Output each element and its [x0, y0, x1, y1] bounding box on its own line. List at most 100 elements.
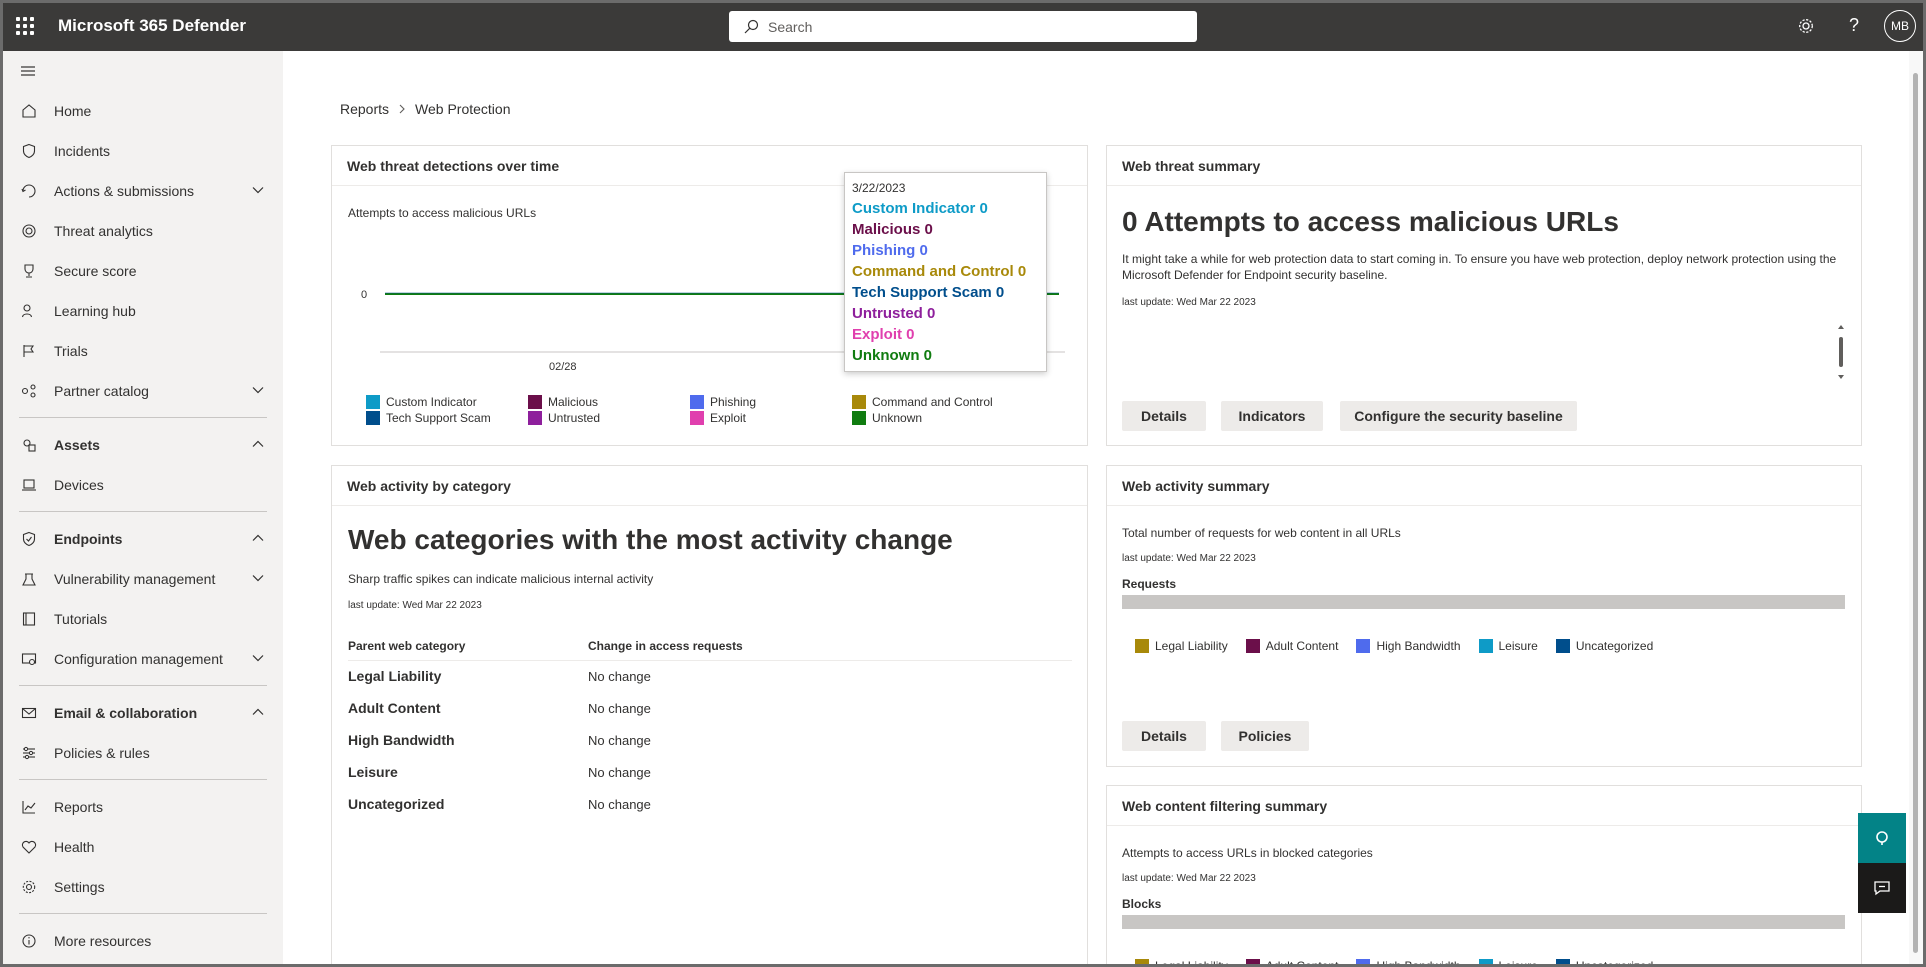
- legend-item[interactable]: Adult Content: [1245, 958, 1338, 967]
- column-header[interactable]: Change in access requests: [588, 632, 1072, 661]
- sidebar-item-incidents[interactable]: Incidents: [3, 131, 283, 171]
- sidebar-item-tutorials[interactable]: Tutorials: [3, 599, 283, 639]
- collapse-nav-icon[interactable]: [3, 51, 283, 91]
- table-row[interactable]: Leisure No change: [348, 756, 1072, 788]
- chevron-down-icon: [252, 387, 264, 394]
- sidebar-item-more-resources[interactable]: More resources: [3, 921, 283, 961]
- tooltip-row: Tech Support Scam 0: [852, 284, 1005, 301]
- legend-item[interactable]: Uncategorized: [1555, 638, 1653, 654]
- requests-bar[interactable]: [1122, 595, 1845, 609]
- legend-item[interactable]: Legal Liability: [1135, 958, 1228, 967]
- sidebar-item-secure-score[interactable]: Secure score: [3, 251, 283, 291]
- shield-icon: [19, 141, 39, 161]
- legend-swatch: [1478, 959, 1493, 967]
- legend-item[interactable]: Phishing: [690, 394, 852, 410]
- last-update: last update: Wed Mar 22 2023: [1122, 553, 1256, 564]
- column-header[interactable]: Parent web category: [348, 632, 588, 661]
- legend-item[interactable]: Unknown: [852, 410, 1014, 426]
- table-row[interactable]: Adult Content No change: [348, 692, 1072, 724]
- feedback-icon: [1874, 881, 1890, 896]
- threat-description: It might take a while for web protection…: [1122, 252, 1837, 282]
- inner-scrollbar[interactable]: [1836, 322, 1846, 382]
- category-change: No change: [588, 700, 651, 716]
- help-chat-button[interactable]: [1858, 813, 1906, 863]
- search-box[interactable]: Search: [729, 11, 1197, 42]
- table-row[interactable]: Legal Liability No change: [348, 660, 1072, 692]
- legend-item[interactable]: Custom Indicator: [366, 394, 528, 410]
- sidebar-item-label: Endpoints: [54, 531, 123, 547]
- sidebar-section-endpoints[interactable]: Endpoints: [3, 519, 283, 559]
- legend-item[interactable]: Untrusted: [528, 410, 690, 426]
- table-row[interactable]: Uncategorized No change: [348, 788, 1072, 820]
- scrollbar-thumb[interactable]: [1913, 73, 1918, 953]
- tooltip-row: Custom Indicator 0: [852, 200, 988, 217]
- legend-item[interactable]: Exploit: [690, 410, 852, 426]
- card-title: Web activity by category: [332, 466, 1087, 506]
- sidebar-item-trials[interactable]: Trials: [3, 331, 283, 371]
- legend-item[interactable]: High Bandwidth: [1356, 958, 1461, 967]
- legend-item[interactable]: Legal Liability: [1135, 638, 1228, 654]
- category-table: Parent web category Change in access req…: [348, 632, 1072, 820]
- learning-icon: [19, 301, 39, 321]
- sidebar-item-home[interactable]: Home: [3, 91, 283, 131]
- sidebar-item-actions-submissions[interactable]: Actions & submissions: [3, 171, 283, 211]
- breadcrumb-current: Web Protection: [415, 101, 511, 117]
- sidebar-item-learning-hub[interactable]: Learning hub: [3, 291, 283, 331]
- settings-gear-icon[interactable]: [1782, 0, 1830, 51]
- sidebar-item-settings[interactable]: Settings: [3, 867, 283, 907]
- legend-item[interactable]: Adult Content: [1245, 638, 1338, 654]
- legend-swatch: [366, 395, 380, 409]
- legend-item[interactable]: High Bandwidth: [1356, 638, 1461, 654]
- legend-swatch: [366, 411, 380, 425]
- trophy-icon: [19, 261, 39, 281]
- legend-swatch: [1478, 639, 1493, 653]
- indicators-button[interactable]: Indicators: [1221, 401, 1323, 431]
- sidebar-item-label: Trials: [54, 343, 88, 359]
- details-button[interactable]: Details: [1122, 401, 1206, 431]
- legend-item[interactable]: Malicious: [528, 394, 690, 410]
- activity-summary-card: Web activity summary Total number of req…: [1106, 465, 1862, 767]
- sidebar-item-policies-rules[interactable]: Policies & rules: [3, 733, 283, 773]
- configure-baseline-button[interactable]: Configure the security baseline: [1340, 401, 1577, 431]
- page-scrollbar[interactable]: [1909, 51, 1923, 964]
- tooltip-date: 3/22/2023: [852, 181, 906, 195]
- details-button[interactable]: Details: [1122, 721, 1206, 751]
- sidebar-item-label: Email & collaboration: [54, 705, 198, 721]
- sidebar-item-label: Learning hub: [54, 303, 136, 319]
- sidebar-item-configuration-management[interactable]: Configuration management: [3, 639, 283, 679]
- sidebar-item-partner-catalog[interactable]: Partner catalog: [3, 371, 283, 411]
- sidebar-item-devices[interactable]: Devices: [3, 465, 283, 505]
- sidebar-item-label: Policies & rules: [54, 745, 150, 761]
- legend-item[interactable]: Leisure: [1478, 638, 1538, 654]
- sidebar-section-email-collaboration[interactable]: Email & collaboration: [3, 693, 283, 733]
- legend-item[interactable]: Uncategorized: [1555, 958, 1653, 967]
- feedback-button[interactable]: [1858, 863, 1906, 913]
- legend-item[interactable]: Tech Support Scam: [366, 410, 528, 426]
- sidebar-section-assets[interactable]: Assets: [3, 425, 283, 465]
- legend-swatch: [528, 411, 542, 425]
- legend-item[interactable]: Leisure: [1478, 958, 1538, 967]
- sidebar-item-label: Health: [54, 839, 95, 855]
- avatar[interactable]: MB: [1884, 9, 1916, 42]
- last-update: last update: Wed Mar 22 2023: [348, 600, 482, 611]
- table-row[interactable]: High Bandwidth No change: [348, 724, 1072, 756]
- breadcrumb-reports[interactable]: Reports: [340, 101, 389, 117]
- app-title[interactable]: Microsoft 365 Defender: [58, 16, 246, 36]
- endpoints-icon: [19, 529, 39, 549]
- help-icon[interactable]: ?: [1830, 0, 1878, 51]
- app-launcher-icon[interactable]: [16, 16, 42, 35]
- legend-label: Untrusted: [548, 411, 601, 425]
- chart-legend: Custom Indicator Malicious Phishing Comm…: [366, 394, 1014, 426]
- sidebar-item-threat-analytics[interactable]: Threat analytics: [3, 211, 283, 251]
- policies-button[interactable]: Policies: [1221, 721, 1309, 751]
- sidebar-item-reports[interactable]: Reports: [3, 787, 283, 827]
- legend-item[interactable]: Command and Control: [852, 394, 1014, 410]
- sidebar-item-vulnerability-management[interactable]: Vulnerability management: [3, 559, 283, 599]
- tooltip-row: Command and Control 0: [852, 263, 1027, 280]
- activity-legend: Legal Liability Adult Content High Bandw…: [1135, 638, 1653, 654]
- sidebar-item-health[interactable]: Health: [3, 827, 283, 867]
- sidebar-item-label: Reports: [54, 799, 104, 815]
- legend-label: Tech Support Scam: [386, 411, 491, 425]
- blocks-bar[interactable]: [1122, 915, 1845, 929]
- legend-swatch: [1555, 639, 1570, 653]
